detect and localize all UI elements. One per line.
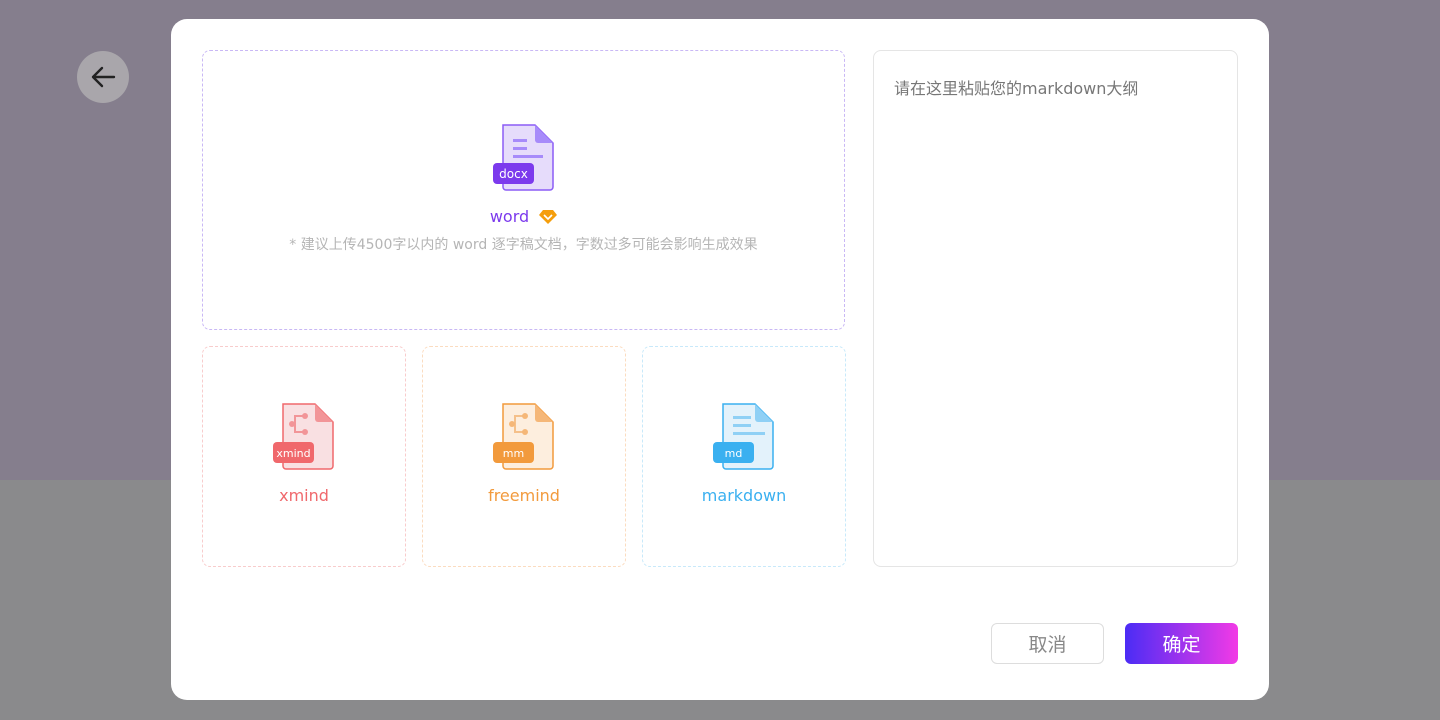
- import-dialog: docx word * 建议上传4500字以内的 word 逐字稿文档，字数过多…: [171, 19, 1269, 700]
- upload-freemind-card[interactable]: mm freemind: [422, 346, 626, 567]
- markdown-label: markdown: [701, 486, 787, 505]
- arrow-left-icon: [91, 66, 116, 88]
- freemind-file-icon: mm: [493, 403, 554, 470]
- xmind-file-icon: xmind: [273, 403, 334, 470]
- vip-diamond-icon: [539, 209, 558, 224]
- back-button[interactable]: [77, 51, 129, 103]
- markdown-outline-input[interactable]: [873, 50, 1238, 567]
- word-hint: * 建议上传4500字以内的 word 逐字稿文档，字数过多可能会影响生成效果: [289, 237, 758, 253]
- svg-text:md: md: [725, 447, 743, 460]
- upload-word-area[interactable]: docx word * 建议上传4500字以内的 word 逐字稿文档，字数过多…: [202, 50, 845, 330]
- svg-text:xmind: xmind: [276, 447, 310, 460]
- confirm-button[interactable]: 确定: [1125, 623, 1238, 664]
- markdown-file-icon: md: [713, 403, 774, 470]
- docx-file-icon: docx: [492, 124, 554, 191]
- upload-xmind-card[interactable]: xmind xmind: [202, 346, 406, 567]
- word-label: word: [489, 207, 530, 226]
- cancel-button[interactable]: 取消: [991, 623, 1104, 664]
- svg-text:docx: docx: [499, 167, 528, 181]
- svg-text:mm: mm: [503, 447, 524, 460]
- xmind-label: xmind: [279, 486, 329, 505]
- freemind-label: freemind: [488, 486, 560, 505]
- upload-markdown-card[interactable]: md markdown: [642, 346, 846, 567]
